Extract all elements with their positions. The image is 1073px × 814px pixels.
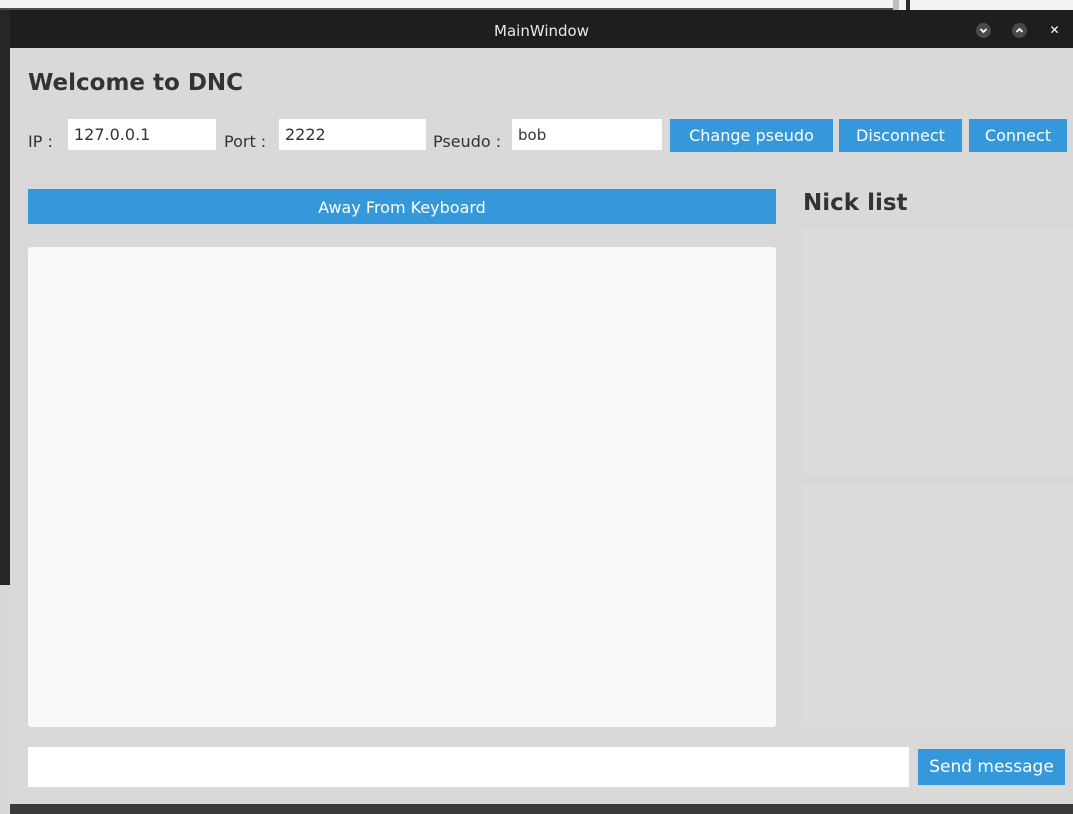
port-label: Port :: [224, 132, 267, 151]
disconnect-button[interactable]: Disconnect: [839, 119, 962, 152]
pseudo-input[interactable]: [512, 119, 662, 150]
desktop-notch: [893, 0, 899, 10]
change-pseudo-button[interactable]: Change pseudo: [670, 119, 833, 152]
desktop-background-top: [0, 0, 1073, 10]
nick-list-title: Nick list: [803, 190, 908, 216]
close-icon[interactable]: ✕: [1047, 23, 1062, 38]
nick-list[interactable]: [802, 229, 1073, 474]
connect-button[interactable]: Connect: [969, 119, 1067, 152]
ip-input[interactable]: [68, 119, 216, 150]
title-bar[interactable]: MainWindow ✕: [10, 10, 1073, 48]
away-from-keyboard-button[interactable]: Away From Keyboard: [28, 189, 776, 224]
pseudo-label: Pseudo :: [433, 132, 502, 151]
chevron-up-icon[interactable]: [1012, 23, 1027, 38]
message-input[interactable]: [28, 747, 909, 787]
page-title: Welcome to DNC: [28, 70, 244, 96]
main-window: MainWindow ✕ Welcome to DNC IP : Port : …: [10, 10, 1073, 804]
window-title: MainWindow: [494, 22, 589, 40]
desktop-notch-dark: [906, 0, 910, 10]
desktop-background-light: [0, 585, 10, 814]
chevron-up-glyph: [1015, 27, 1024, 33]
chevron-down-glyph: [979, 28, 988, 34]
chat-messages-area[interactable]: [28, 247, 776, 727]
desktop-background-left: [0, 10, 10, 814]
port-input[interactable]: [279, 119, 426, 150]
nick-list-lower-panel: [802, 485, 1073, 727]
chevron-down-icon[interactable]: [976, 23, 991, 38]
send-message-button[interactable]: Send message: [918, 749, 1065, 785]
ip-label: IP :: [28, 132, 53, 151]
